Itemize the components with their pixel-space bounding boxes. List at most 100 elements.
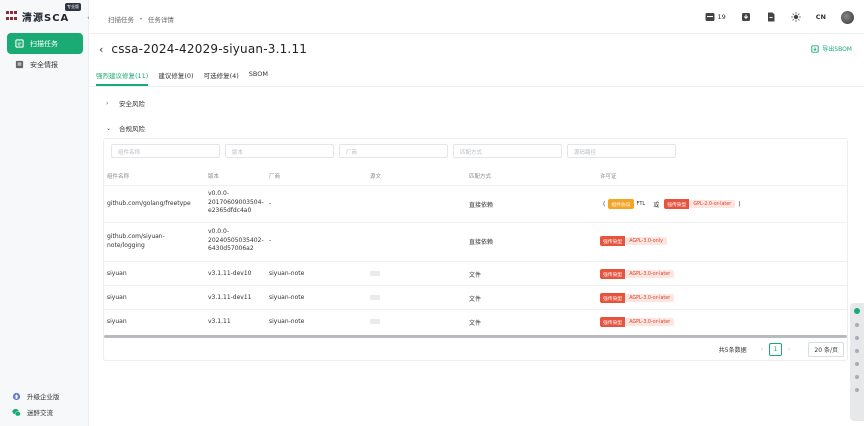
next-page-button[interactable]: › [788,346,790,353]
title-row: ‹ cssa-2024-42029-siyuan-3.1.11 [99,42,307,56]
theme-toggle[interactable] [791,12,801,22]
table-row: github.com/siyuan- note/logging v0.0.0- … [104,222,847,261]
license-name[interactable]: GPL-2.0-or-later [689,200,736,208]
prev-page-button[interactable]: ‹ [761,346,763,353]
sidebar-item-scan-tasks[interactable]: 扫描任务 [7,33,83,54]
back-arrow-icon[interactable]: ‹ [99,43,103,56]
horizontal-scrollbar[interactable] [104,335,847,338]
tool-dot-icon[interactable] [855,323,859,327]
sun-icon [791,12,801,22]
sidebar-item-security-intel[interactable]: 安全情报 [7,54,83,75]
tool-dot-icon[interactable] [855,349,859,353]
main-content: ‹ cssa-2024-42029-siyuan-3.1.11 导出SBOM 强… [89,34,864,426]
redacted-source [370,319,380,324]
section-security-risk[interactable]: › 安全风险 [106,98,145,109]
section-compliance-risk[interactable]: ⌄ 合规风险 [106,123,145,134]
cell-version: v0.0.0- 20170609003504- e2365dfdc4a0 [208,190,264,214]
license-name[interactable]: AGPL-3.0-only [625,237,667,245]
cell-match: 直接依赖 [469,239,494,246]
cell-name[interactable]: github.com/golang/freetype [107,200,191,207]
breadcrumb-scan-tasks[interactable]: 扫描任务 [108,14,134,24]
page-1-button[interactable]: 1 [769,343,783,356]
filter-vendor[interactable]: 厂商 [339,144,448,158]
cell-match: 文件 [469,320,482,327]
col-header-source: 源文 [370,174,382,180]
cell-name[interactable]: siyuan [107,294,127,301]
tool-dot-icon[interactable] [855,388,859,392]
tool-dot-icon[interactable] [855,336,859,340]
license-type-badge: 强传染型 [600,293,626,303]
filter-source-path[interactable]: 源码路径 [567,144,676,158]
tab-recommended[interactable]: 建议修复(0) [158,68,193,84]
sidebar: 清源SCA 专业版 扫描任务 安全情报 升级企业版 迷醉交流 [0,0,89,426]
license-name[interactable]: AGPL-3.0-or-later [625,318,675,326]
cell-name[interactable]: siyuan [107,318,127,325]
total-count: 共5条数据 [718,347,747,354]
filter-match-type[interactable]: 匹配方式 [453,144,562,158]
tool-dot-icon[interactable] [855,362,859,366]
upgrade-enterprise-link[interactable]: 升级企业版 [12,391,60,401]
export-sbom-button[interactable]: 导出SBOM [811,44,852,53]
cell-vendor: - [269,200,272,207]
col-header-match: 匹配方式 [469,174,492,180]
filter-bar: 组件名称 版本 厂商 匹配方式 源码路径 [111,144,681,158]
cell-version: v3.1.11-dev10 [208,270,252,277]
tool-dot-icon[interactable] [855,375,859,379]
community-link[interactable]: 迷醉交流 [12,407,53,417]
community-label: 迷醉交流 [27,409,53,417]
cell-name[interactable]: siyuan [107,270,127,277]
breadcrumb: 扫描任务 • 任务详情 [108,14,174,24]
cell-name[interactable]: github.com/siyuan- note/logging [107,233,165,250]
download-button[interactable] [741,12,751,22]
avatar [841,10,854,24]
license-type-badge: 强传染型 [600,317,626,327]
redacted-source [370,271,380,276]
cell-license: 强传染型 AGPL-3.0-only [600,236,667,246]
task-icon [15,39,24,48]
license-type-badge: 强传染型 [664,199,690,209]
user-menu[interactable] [841,10,854,24]
header-actions: 19 CN [690,10,854,24]
col-header-name: 组件名称 [107,174,130,180]
filter-component-name[interactable]: 组件名称 [111,144,220,158]
logo[interactable]: 清源SCA [6,9,69,24]
table-header: 组件名称 版本 厂商 源文 匹配方式 许可证 [104,169,847,183]
notification-count: 19 [717,13,726,21]
floating-toolbar[interactable] [850,303,864,421]
status-dot-icon [854,308,860,314]
cell-license: 强传染型 AGPL-3.0-or-later [600,293,675,303]
logo-text: 清源SCA [22,13,70,24]
cell-match: 直接依赖 [469,202,494,209]
redacted-source [370,295,380,300]
license-name[interactable]: FTL [634,201,649,207]
tab-sbom[interactable]: SBOM [249,68,268,84]
docs-button[interactable] [766,12,776,22]
wechat-icon [12,408,21,417]
filter-version[interactable]: 版本 [225,144,334,158]
table-row: siyuan v3.1.11-dev11 siyuan-note 文件 强传染型… [104,285,847,309]
section-label: 安全风险 [119,100,145,108]
cell-license: ( 组件协议 FTL 或 强传染型 GPL-2.0-or-later ) [603,199,741,209]
cell-license: 强传染型 AGPL-3.0-or-later [600,269,675,279]
page-title: cssa-2024-42029-siyuan-3.1.11 [111,42,308,56]
document-icon [767,12,775,22]
logo-icon [6,11,18,22]
table-row: siyuan v3.1.11-dev10 siyuan-note 文件 强传染型… [104,261,847,285]
license-name[interactable]: AGPL-3.0-or-later [625,270,675,278]
chevron-right-icon: › [106,99,109,107]
page-size-select[interactable]: 20 条/页 [808,342,844,357]
license-type-badge: 强传染型 [600,236,626,246]
sidebar-item-label: 扫描任务 [30,39,58,48]
tab-divider [89,86,864,87]
intel-icon [15,60,24,69]
tab-optional[interactable]: 可选修复(4) [204,68,239,84]
tab-strongly-recommended[interactable]: 强烈建议修复(11) [96,68,149,86]
notification-button[interactable]: 19 [705,12,726,22]
compliance-table-panel: 组件名称 版本 厂商 匹配方式 源码路径 组件名称 版本 厂商 源文 匹配方式 … [103,138,848,361]
cell-version: v3.1.11-dev11 [208,294,252,301]
language-switch[interactable]: CN [816,13,826,21]
license-name[interactable]: AGPL-3.0-or-later [625,294,675,302]
download-icon [741,13,750,21]
pagination: 共5条数据 ‹ 1 › 20 条/页 [719,342,844,357]
breadcrumb-task-detail: 任务详情 [147,16,174,24]
